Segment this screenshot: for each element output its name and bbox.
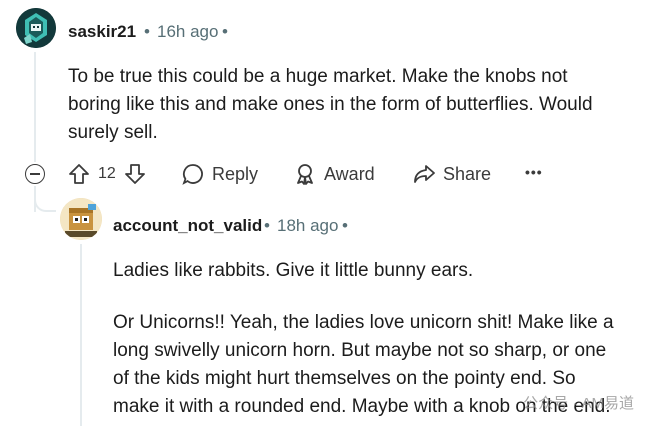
reply-icon (182, 163, 204, 185)
comment2-username[interactable]: account_not_valid (113, 216, 262, 236)
share-label: Share (443, 163, 492, 184)
vote-group: 12 (68, 163, 146, 185)
comment1-username[interactable]: saskir21 (68, 22, 136, 42)
avatar[interactable] (60, 198, 102, 240)
separator-dot: • (342, 216, 348, 235)
comment1-line: surely sell. (68, 122, 158, 143)
thread-elbow (34, 186, 56, 212)
share-icon (413, 163, 435, 185)
thread-line (34, 52, 36, 162)
comment2-line: Or Unicorns!! Yeah, the ladies love unic… (113, 312, 614, 333)
upvote-icon[interactable] (68, 163, 90, 185)
separator-dot: • (264, 216, 270, 235)
share-button[interactable]: Share (413, 163, 491, 185)
thread-line (80, 244, 82, 426)
reply-label: Reply (212, 163, 259, 184)
comment2-line: of the kids might hurt themselves on the… (113, 368, 576, 389)
more-options-button[interactable]: ••• (525, 164, 543, 180)
comment1-body: To be true this could be a huge market. … (68, 63, 593, 147)
separator-dot: • (144, 22, 150, 41)
comment1-line: To be true this could be a huge market. … (68, 66, 568, 87)
downvote-icon[interactable] (124, 163, 146, 185)
avatar-cardboard-icon (60, 198, 102, 240)
comment1-line: boring like this and make ones in the fo… (68, 94, 593, 115)
award-label: Award (324, 163, 375, 184)
comment2-line: long swivelly unicorn horn. But maybe no… (113, 340, 607, 361)
separator-dot: • (222, 22, 228, 41)
comment2-paragraph1: Ladies like rabbits. Give it little bunn… (113, 260, 474, 281)
avatar-robot-icon (16, 8, 56, 48)
award-icon (294, 163, 316, 185)
collapse-icon[interactable] (25, 164, 45, 184)
award-button[interactable]: Award (294, 163, 375, 185)
avatar[interactable] (16, 8, 56, 48)
watermark: 公众号 · AM易道 (523, 395, 634, 412)
reply-button[interactable]: Reply (182, 163, 258, 185)
vote-count: 12 (98, 165, 116, 182)
comment2-time[interactable]: 18h ago (277, 216, 338, 236)
comment1-time[interactable]: 16h ago (157, 22, 218, 42)
